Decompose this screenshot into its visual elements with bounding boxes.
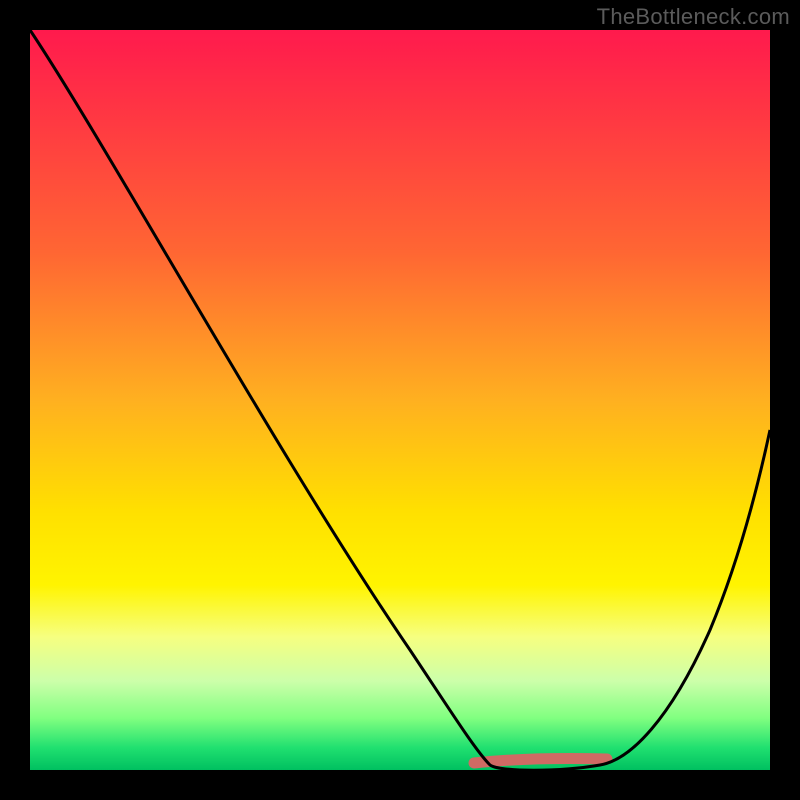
plot-area [30,30,770,770]
bridge-highlight [474,759,607,764]
chart-frame: TheBottleneck.com [0,0,800,800]
bottleneck-curve [30,30,770,770]
curve-svg [30,30,770,770]
watermark-text: TheBottleneck.com [597,4,790,30]
